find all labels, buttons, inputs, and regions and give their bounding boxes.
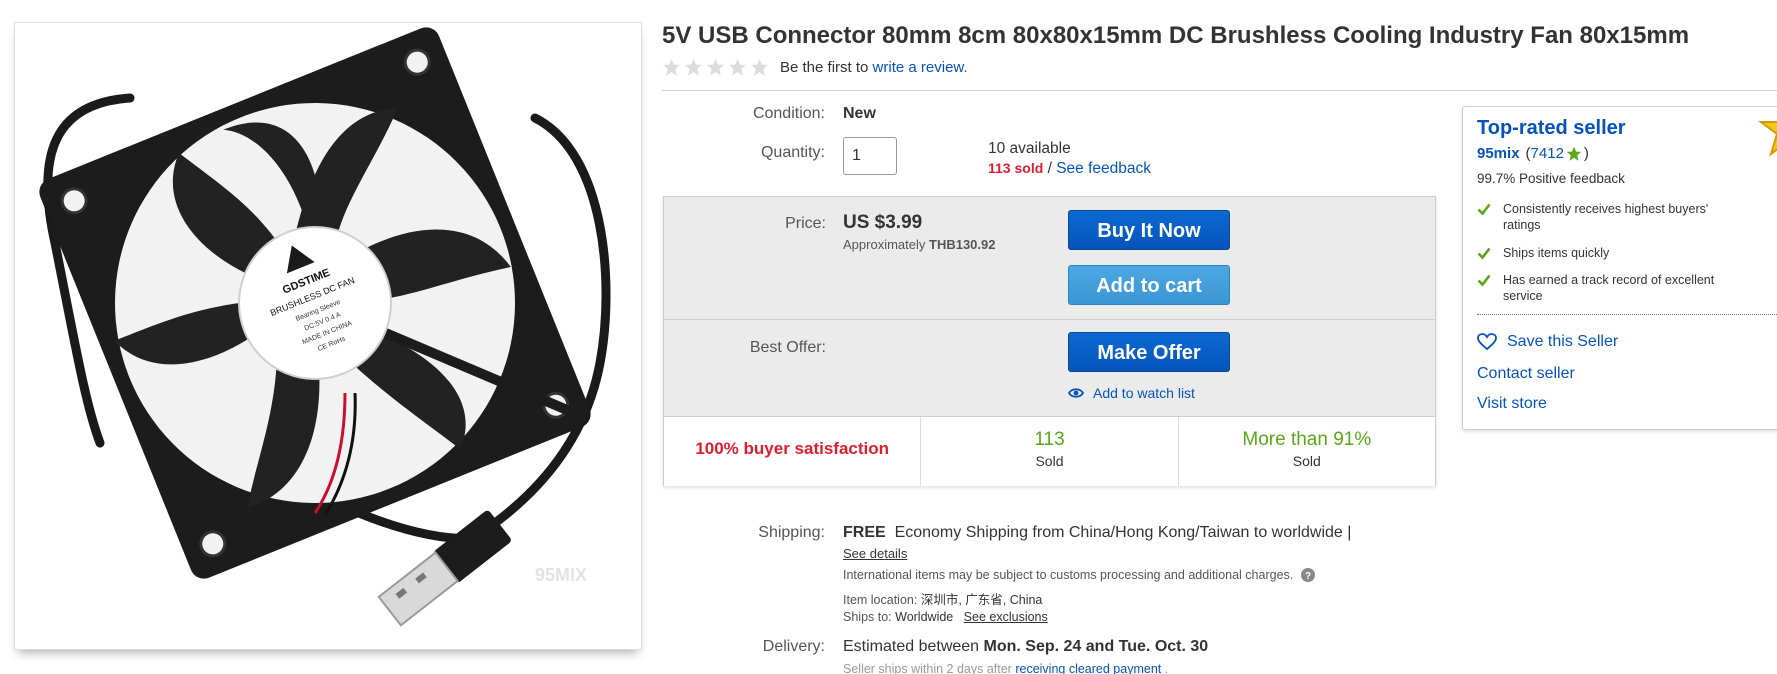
heart-outline-icon bbox=[1477, 333, 1497, 351]
usb-fan-illustration: GDSTIME BRUSHLESS DC FAN Bearing Sleeve … bbox=[39, 27, 611, 627]
ships-to-label: Ships to: bbox=[843, 610, 892, 624]
feedback-score[interactable]: 7412 bbox=[1531, 145, 1564, 162]
seller-panel: Top-rated seller 95mix ( 7412 ) 99.7% Po… bbox=[1462, 106, 1777, 430]
write-review-link[interactable]: write a review. bbox=[873, 59, 968, 76]
price-box: Price: US $3.99 Approximately THB130.92 … bbox=[663, 196, 1436, 486]
gold-star-badge-icon bbox=[1758, 121, 1777, 157]
seller-name[interactable]: 95mix bbox=[1477, 145, 1520, 162]
star-icon bbox=[662, 58, 681, 76]
sold-feedback-row: 113 sold / See feedback bbox=[988, 160, 1151, 178]
visit-store-link[interactable]: Visit store bbox=[1477, 395, 1547, 413]
shipping-method: FREE Economy Shipping from China/Hong Ko… bbox=[843, 524, 1351, 542]
shipping-label: Shipping: bbox=[758, 524, 825, 541]
save-seller-label: Save this Seller bbox=[1507, 333, 1619, 350]
sold-percent-label: Sold bbox=[1292, 453, 1321, 469]
delivery-estimate: Estimated between Mon. Sep. 24 and Tue. … bbox=[843, 638, 1208, 656]
review-row: Be the first to write a review. bbox=[662, 58, 968, 77]
watch-list-link[interactable]: Add to watch list bbox=[1068, 385, 1195, 401]
rating-stars[interactable] bbox=[662, 58, 769, 77]
condition-label: Condition: bbox=[752, 105, 825, 122]
svg-text:95MIX: 95MIX bbox=[535, 565, 587, 585]
item-location-label: Item location: bbox=[843, 593, 918, 607]
ships-to: Ships to: Worldwide See exclusions bbox=[843, 610, 1048, 624]
seller-name-row: 95mix ( 7412 ) bbox=[1477, 145, 1589, 162]
product-title: 5V USB Connector 80mm 8cm 80x80x15mm DC … bbox=[662, 22, 1690, 49]
approx-price: Approximately THB130.92 bbox=[843, 237, 995, 252]
item-location: Item location: 深圳市, 广东省, China bbox=[843, 589, 1042, 608]
price-label: Price: bbox=[785, 215, 826, 232]
seller-note-prefix: Seller ships within 2 days after bbox=[843, 662, 1012, 674]
satisfaction-text: 100% buyer satisfaction bbox=[695, 439, 890, 458]
make-offer-button[interactable]: Make Offer bbox=[1068, 332, 1230, 372]
delivery-range: Mon. Sep. 24 and Tue. Oct. 30 bbox=[983, 638, 1209, 655]
stats-bar: 100% buyer satisfaction 113 Sold More th… bbox=[664, 417, 1435, 486]
cleared-payment-link[interactable]: receiving cleared payment bbox=[1015, 662, 1161, 674]
buy-it-now-button[interactable]: Buy It Now bbox=[1068, 210, 1230, 250]
svg-text:?: ? bbox=[1305, 571, 1311, 582]
quantity-label: Quantity: bbox=[760, 144, 825, 161]
checkmark-icon bbox=[1477, 274, 1491, 287]
star-icon bbox=[684, 58, 703, 76]
delivery-prefix: Estimated between bbox=[843, 638, 980, 655]
seller-point: Has earned a track record of excellent s… bbox=[1477, 272, 1737, 304]
question-circle-icon[interactable]: ? bbox=[1301, 568, 1316, 582]
seller-point-text: Ships items quickly bbox=[1503, 246, 1610, 260]
price-divider bbox=[664, 319, 1435, 320]
contact-seller-link[interactable]: Contact seller bbox=[1477, 365, 1575, 383]
approx-prefix: Approximately bbox=[843, 237, 926, 252]
separator: / bbox=[1047, 160, 1052, 177]
save-seller-link[interactable]: Save this Seller bbox=[1477, 333, 1618, 351]
seller-point-text: Consistently receives highest buyers' ra… bbox=[1503, 202, 1709, 232]
sold-percent-value: More than 91% bbox=[1242, 429, 1372, 450]
title-divider bbox=[662, 90, 1777, 91]
green-star-icon bbox=[1566, 146, 1582, 161]
star-icon bbox=[728, 58, 747, 76]
approx-value: THB130.92 bbox=[929, 237, 996, 252]
star-icon bbox=[750, 58, 769, 76]
product-image[interactable]: GDSTIME BRUSHLESS DC FAN Bearing Sleeve … bbox=[14, 22, 642, 650]
customs-note: International items may be subject to cu… bbox=[843, 568, 1316, 582]
stat-satisfaction: 100% buyer satisfaction bbox=[664, 417, 920, 486]
see-details-link[interactable]: See details bbox=[843, 546, 907, 561]
best-offer-label: Best Offer: bbox=[749, 339, 826, 356]
shipping-method-text: Economy Shipping from China/Hong Kong/Ta… bbox=[894, 524, 1352, 541]
sold-count-label: Sold bbox=[1035, 453, 1064, 469]
delivery-label: Delivery: bbox=[762, 638, 825, 655]
feedback-close: ) bbox=[1583, 145, 1589, 162]
stat-sold-count: 113 Sold bbox=[920, 417, 1177, 486]
seller-point: Consistently receives highest buyers' ra… bbox=[1477, 201, 1737, 233]
sold-count-value: 113 bbox=[1034, 429, 1065, 450]
checkmark-icon bbox=[1477, 247, 1491, 260]
price-value: US $3.99 bbox=[843, 212, 923, 233]
sold-count[interactable]: 113 sold bbox=[988, 160, 1043, 176]
quantity-input[interactable] bbox=[843, 137, 897, 175]
seller-ships-note: Seller ships within 2 days after receivi… bbox=[843, 662, 1168, 674]
customs-note-text: International items may be subject to cu… bbox=[843, 568, 1294, 582]
see-exclusions-link[interactable]: See exclusions bbox=[964, 610, 1048, 624]
positive-feedback: 99.7% Positive feedback bbox=[1477, 171, 1625, 186]
see-feedback-link[interactable]: See feedback bbox=[1056, 160, 1151, 177]
condition-value: New bbox=[843, 105, 876, 122]
free-shipping: FREE bbox=[843, 524, 886, 541]
checkmark-icon bbox=[1477, 203, 1491, 216]
stat-sold-percent: More than 91% Sold bbox=[1177, 417, 1435, 486]
seller-note-suffix: . bbox=[1164, 662, 1169, 674]
top-rated-seller-title[interactable]: Top-rated seller bbox=[1477, 117, 1626, 140]
seller-point: Ships items quickly bbox=[1477, 245, 1737, 261]
eye-icon bbox=[1068, 388, 1084, 398]
available-count: 10 available bbox=[988, 140, 1071, 157]
watch-list-label: Add to watch list bbox=[1093, 385, 1195, 401]
item-location-value: 深圳市, 广东省, China bbox=[920, 593, 1043, 607]
seller-dotted-divider bbox=[1477, 314, 1777, 315]
review-prefix: Be the first to bbox=[780, 59, 869, 76]
ships-to-value: Worldwide bbox=[895, 610, 954, 624]
seller-point-text: Has earned a track record of excellent s… bbox=[1503, 273, 1715, 303]
see-details-text: See details bbox=[843, 546, 908, 561]
add-to-cart-button[interactable]: Add to cart bbox=[1068, 265, 1230, 305]
star-icon bbox=[706, 58, 725, 76]
